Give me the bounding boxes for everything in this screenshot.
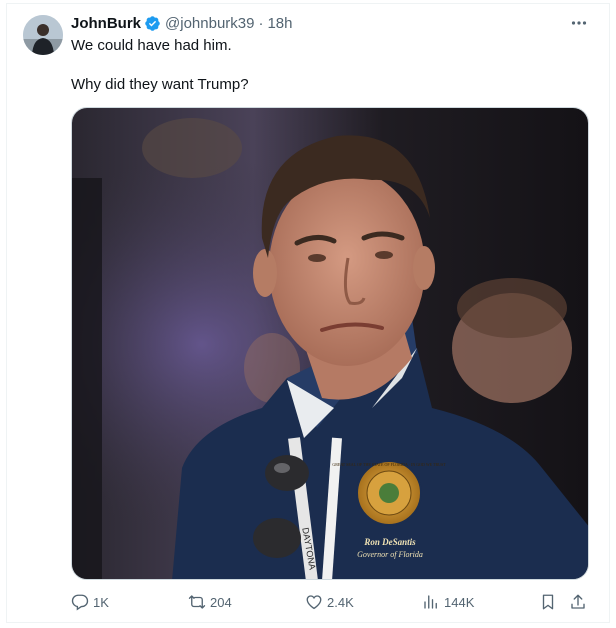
author-avatar[interactable]	[23, 15, 63, 55]
separator-dot: ·	[258, 14, 264, 32]
heart-icon	[306, 595, 322, 610]
repost-icon	[188, 595, 206, 609]
author-name[interactable]: JohnBurk	[71, 15, 141, 32]
views-count: 144K	[444, 594, 475, 610]
seal-name-text: Ron DeSantis	[363, 537, 416, 547]
verified-badge-icon	[144, 15, 161, 32]
repost-button[interactable]: 204	[188, 590, 232, 614]
share-button[interactable]	[569, 590, 591, 614]
reply-button[interactable]: 1K	[71, 590, 109, 614]
bookmark-icon	[542, 594, 554, 610]
action-bar: 1K 204 2.4K 144K	[71, 590, 591, 614]
like-count: 2.4K	[327, 594, 354, 610]
more-dots-icon[interactable]	[568, 12, 590, 34]
tweet-text-line-2: Why did they want Trump?	[71, 76, 249, 93]
tweet-text-line-1: We could have had him.	[71, 37, 232, 54]
views-button[interactable]: 144K	[422, 590, 474, 614]
seal-ring-text: GREAT SEAL OF THE STATE OF FLORIDA · IN …	[332, 462, 446, 467]
tweet-header: JohnBurk @johnburk39 · 18h	[71, 13, 293, 33]
reply-count: 1K	[93, 594, 109, 610]
tweet-photo[interactable]: DAYTONA GREAT SEAL OF THE STATE OF FLORI…	[71, 107, 589, 580]
like-button[interactable]: 2.4K	[305, 590, 354, 614]
views-bar-icon	[424, 595, 437, 609]
tweet-time[interactable]: 18h	[267, 15, 292, 32]
repost-count: 204	[210, 594, 232, 610]
reply-icon	[71, 594, 89, 611]
bookmark-button[interactable]	[539, 590, 561, 614]
author-handle[interactable]: @johnburk39	[165, 15, 254, 32]
share-icon	[571, 594, 585, 609]
seal-title-text: Governor of Florida	[357, 550, 423, 559]
